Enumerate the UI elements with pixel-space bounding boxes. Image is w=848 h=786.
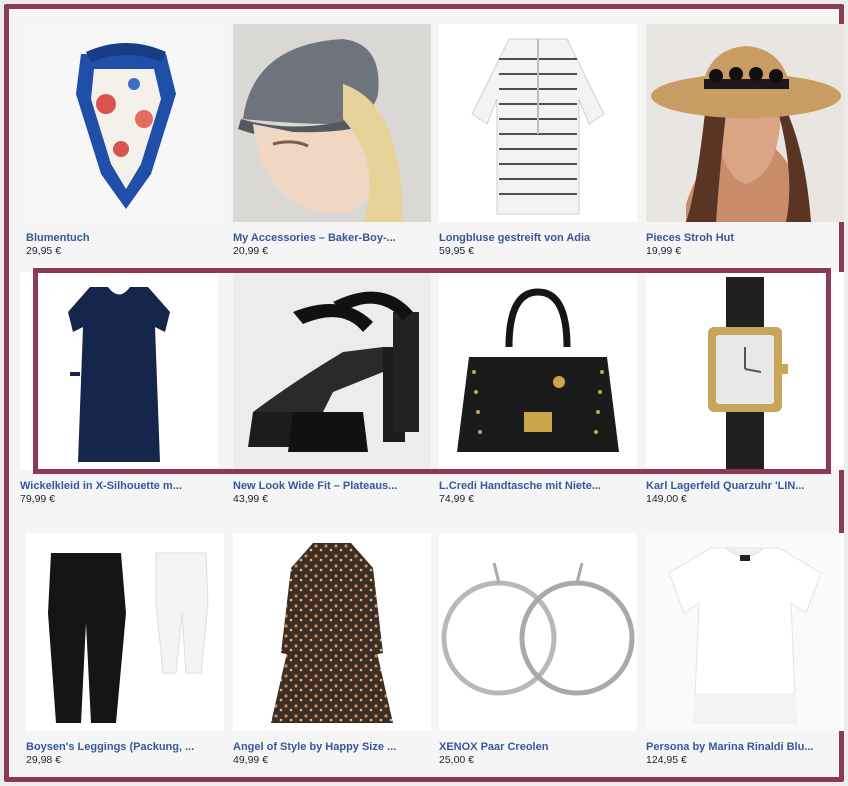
product-card[interactable]: L.Credi Handtasche mit Niete... 74,99 € xyxy=(439,272,637,506)
product-price: 29,98 € xyxy=(26,754,62,766)
product-price: 19,99 € xyxy=(646,245,682,257)
product-image-leggings[interactable] xyxy=(26,533,224,731)
product-name[interactable]: Karl Lagerfeld Quarzuhr 'LIN... xyxy=(646,480,844,493)
product-image-wrap-dress[interactable] xyxy=(20,272,218,470)
product-image-striped-blouse[interactable] xyxy=(439,24,637,222)
product-price: 79,99 € xyxy=(20,493,56,505)
product-card[interactable]: Blumentuch 29,95 € xyxy=(26,24,224,258)
product-name[interactable]: Pieces Stroh Hut xyxy=(646,232,844,245)
product-price: 29,95 € xyxy=(26,245,62,257)
product-name[interactable]: L.Credi Handtasche mit Niete... xyxy=(439,480,637,493)
product-price: 59,95 € xyxy=(439,245,475,257)
product-price: 25,00 € xyxy=(439,754,475,766)
product-image-straw-hat[interactable] xyxy=(646,24,844,222)
product-price: 124,95 € xyxy=(646,754,687,766)
product-image-floral-dress[interactable] xyxy=(233,533,431,731)
product-price: 149,00 € xyxy=(646,493,687,505)
product-name[interactable]: Blumentuch xyxy=(26,232,224,245)
product-card[interactable]: Persona by Marina Rinaldi Blu... 124,95 … xyxy=(646,533,844,767)
product-name[interactable]: Wickelkleid in X-Silhouette m... xyxy=(20,480,218,493)
product-image-white-top[interactable] xyxy=(646,533,844,731)
product-image-handbag[interactable] xyxy=(439,272,637,470)
product-card[interactable]: Karl Lagerfeld Quarzuhr 'LIN... 149,00 € xyxy=(646,272,844,506)
product-card[interactable]: Pieces Stroh Hut 19,99 € xyxy=(646,24,844,258)
product-name[interactable]: My Accessories – Baker-Boy-... xyxy=(233,232,431,245)
product-card[interactable]: XENOX Paar Creolen 25,00 € xyxy=(439,533,637,767)
product-price: 74,99 € xyxy=(439,493,475,505)
product-name[interactable]: Boysen's Leggings (Packung, ... xyxy=(26,741,224,754)
product-image-scarf[interactable] xyxy=(26,24,224,222)
product-image-watch[interactable] xyxy=(646,272,844,470)
product-name[interactable]: XENOX Paar Creolen xyxy=(439,741,637,754)
product-image-platform-sandals[interactable] xyxy=(233,272,431,470)
product-name[interactable]: Angel of Style by Happy Size ... xyxy=(233,741,431,754)
product-image-cap[interactable] xyxy=(233,24,431,222)
product-name[interactable]: Persona by Marina Rinaldi Blu... xyxy=(646,741,844,754)
product-name[interactable]: Longbluse gestreift von Adia xyxy=(439,232,637,245)
product-card[interactable]: New Look Wide Fit – Plateaus... 43,99 € xyxy=(233,272,431,506)
product-price: 49,99 € xyxy=(233,754,269,766)
product-card[interactable]: Boysen's Leggings (Packung, ... 29,98 € xyxy=(26,533,224,767)
product-card[interactable]: Longbluse gestreift von Adia 59,95 € xyxy=(439,24,637,258)
product-name[interactable]: New Look Wide Fit – Plateaus... xyxy=(233,480,431,493)
product-card[interactable]: Wickelkleid in X-Silhouette m... 79,99 € xyxy=(20,272,218,506)
product-card[interactable]: Angel of Style by Happy Size ... 49,99 € xyxy=(233,533,431,767)
product-price: 20,99 € xyxy=(233,245,269,257)
product-price: 43,99 € xyxy=(233,493,269,505)
product-image-hoop-earrings[interactable] xyxy=(439,533,637,731)
product-card[interactable]: My Accessories – Baker-Boy-... 20,99 € xyxy=(233,24,431,258)
